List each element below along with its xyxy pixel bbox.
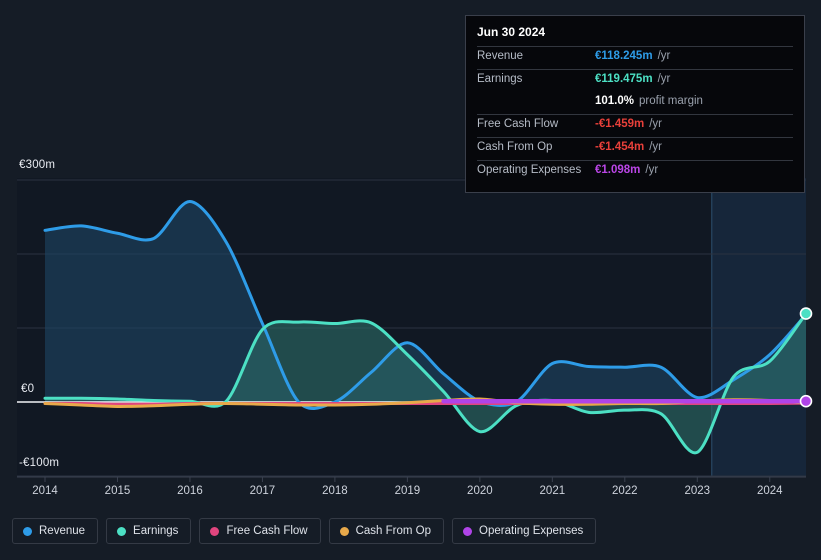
tooltip-row: Cash From Op -€1.454m/yr (477, 137, 793, 160)
legend-color-dot-icon (339, 526, 349, 536)
tooltip-row-unit: /yr (649, 141, 663, 153)
tooltip-row: Operating Expenses €1.098m/yr (477, 160, 793, 183)
x-axis-label-2021: 2021 (539, 485, 566, 497)
end-marker-earnings (799, 307, 813, 320)
y-axis-label-n100: -€100m (19, 457, 60, 469)
legend-item-label: Revenue (39, 525, 86, 537)
legend-item-free-cash-flow[interactable]: Free Cash Flow (199, 518, 321, 544)
tooltip-row-value: -€1.454m (595, 141, 645, 153)
x-axis-label-2016: 2016 (177, 485, 203, 497)
tooltip-row-label: Earnings (477, 73, 523, 85)
tooltip-row-unit: /yr (649, 118, 663, 130)
x-axis-label-2019: 2019 (394, 485, 421, 497)
y-axis-label-300: €300m (19, 159, 56, 171)
tooltip-row: 101.0% profit margin (477, 92, 793, 114)
tooltip-row-label: Cash From Op (477, 141, 553, 153)
legend-item-label: Cash From Op (355, 525, 432, 537)
legend-item-label: Earnings (133, 525, 179, 537)
y-axis-label-0: €0 (21, 383, 35, 395)
legend-color-dot-icon (463, 526, 473, 536)
legend-item-label: Free Cash Flow (226, 525, 308, 537)
legend-color-dot-icon (210, 526, 220, 536)
x-axis-label-2014: 2014 (32, 485, 58, 497)
tooltip-row-value: €118.245m (595, 50, 653, 62)
tooltip-row-value: -€1.459m (595, 118, 645, 130)
chart-legend: Revenue Earnings Free Cash Flow Cash From O… (12, 518, 597, 544)
x-axis-label-2023: 2023 (684, 485, 711, 497)
tooltip-row: Free Cash Flow -€1.459m/yr (477, 114, 793, 137)
chart-tooltip: Jun 30 2024 Revenue €118.245m/yr Earnings €… (465, 15, 805, 193)
legend-item-label: Operating Expenses (479, 525, 584, 537)
x-axis-label-2022: 2022 (612, 485, 638, 497)
tooltip-date: Jun 30 2024 (477, 25, 546, 39)
tooltip-row: Revenue €118.245m/yr (477, 46, 793, 69)
tooltip-row-unit: /yr (657, 50, 671, 62)
legend-item-revenue[interactable]: Revenue (12, 518, 99, 544)
tooltip-row-label: Free Cash Flow (477, 118, 559, 130)
tooltip-row-unit: /yr (657, 73, 671, 85)
x-axis-label-2015: 2015 (104, 485, 131, 497)
tooltip-row-unit: /yr (645, 164, 659, 176)
legend-color-dot-icon (117, 526, 127, 536)
x-axis-label-2024: 2024 (756, 485, 783, 497)
x-axis-label-2020: 2020 (467, 485, 493, 497)
x-axis-label-2017: 2017 (249, 485, 276, 497)
legend-item-earnings[interactable]: Earnings (106, 518, 192, 544)
end-marker-operating-expenses (799, 394, 813, 408)
x-axis-label-2018: 2018 (322, 485, 348, 497)
legend-color-dot-icon (23, 526, 32, 536)
tooltip-row-label: Revenue (477, 50, 524, 62)
tooltip-row-unit: profit margin (639, 95, 703, 107)
tooltip-row: Earnings €119.475m/yr (477, 69, 793, 92)
tooltip-row-label: Operating Expenses (477, 164, 582, 176)
tooltip-row-value: €1.098m (595, 164, 641, 176)
tooltip-rows: Revenue €118.245m/yr Earnings €119.475m/yr 1… (477, 46, 793, 183)
legend-item-operating-expenses[interactable]: Operating Expenses (452, 518, 597, 544)
legend-item-cash-from-op[interactable]: Cash From Op (328, 518, 445, 544)
tooltip-row-value: 101.0% (595, 95, 635, 107)
tooltip-row-value: €119.475m (595, 73, 653, 85)
